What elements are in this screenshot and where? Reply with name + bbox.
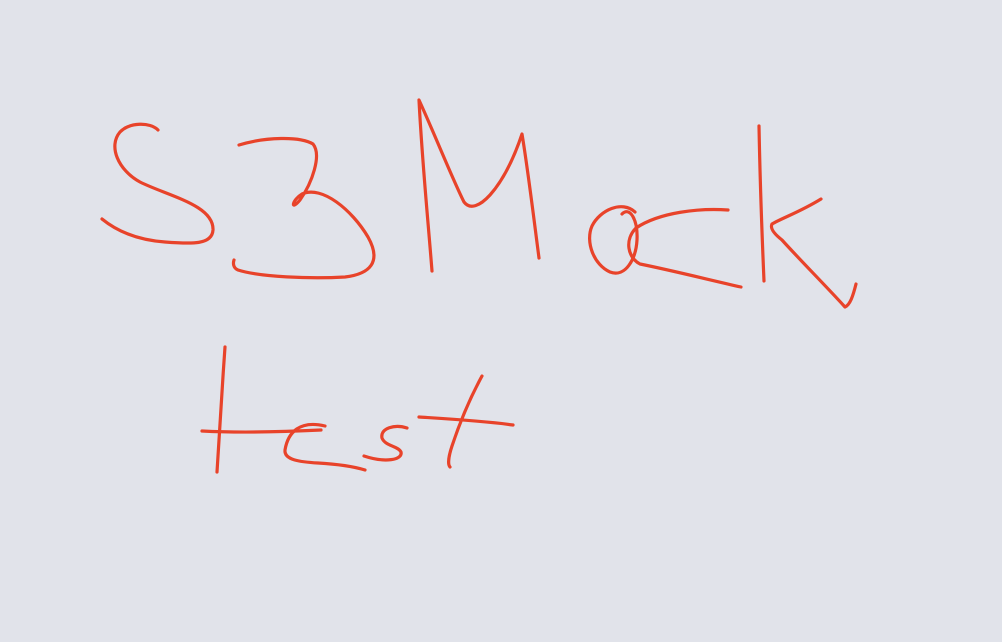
drawing-canvas[interactable]: S3Mock test (0, 0, 1002, 642)
stroke-letter-s (100, 122, 215, 245)
stroke-letter-m (417, 98, 541, 273)
stroke-letter-s-small (362, 424, 409, 462)
stroke-letter-t2-cross (417, 415, 515, 427)
stroke-letter-c (627, 207, 743, 289)
handwritten-word-test (200, 345, 515, 474)
stroke-letter-t1-cross (200, 428, 323, 434)
handwritten-word-s3mock (100, 98, 858, 309)
stroke-letter-t1-stem (215, 345, 227, 474)
stroke-digit-3 (231, 136, 376, 280)
handwritten-ink (100, 98, 858, 474)
stroke-letter-k-stem (757, 124, 766, 283)
stroke-letter-k-arm (769, 197, 858, 309)
